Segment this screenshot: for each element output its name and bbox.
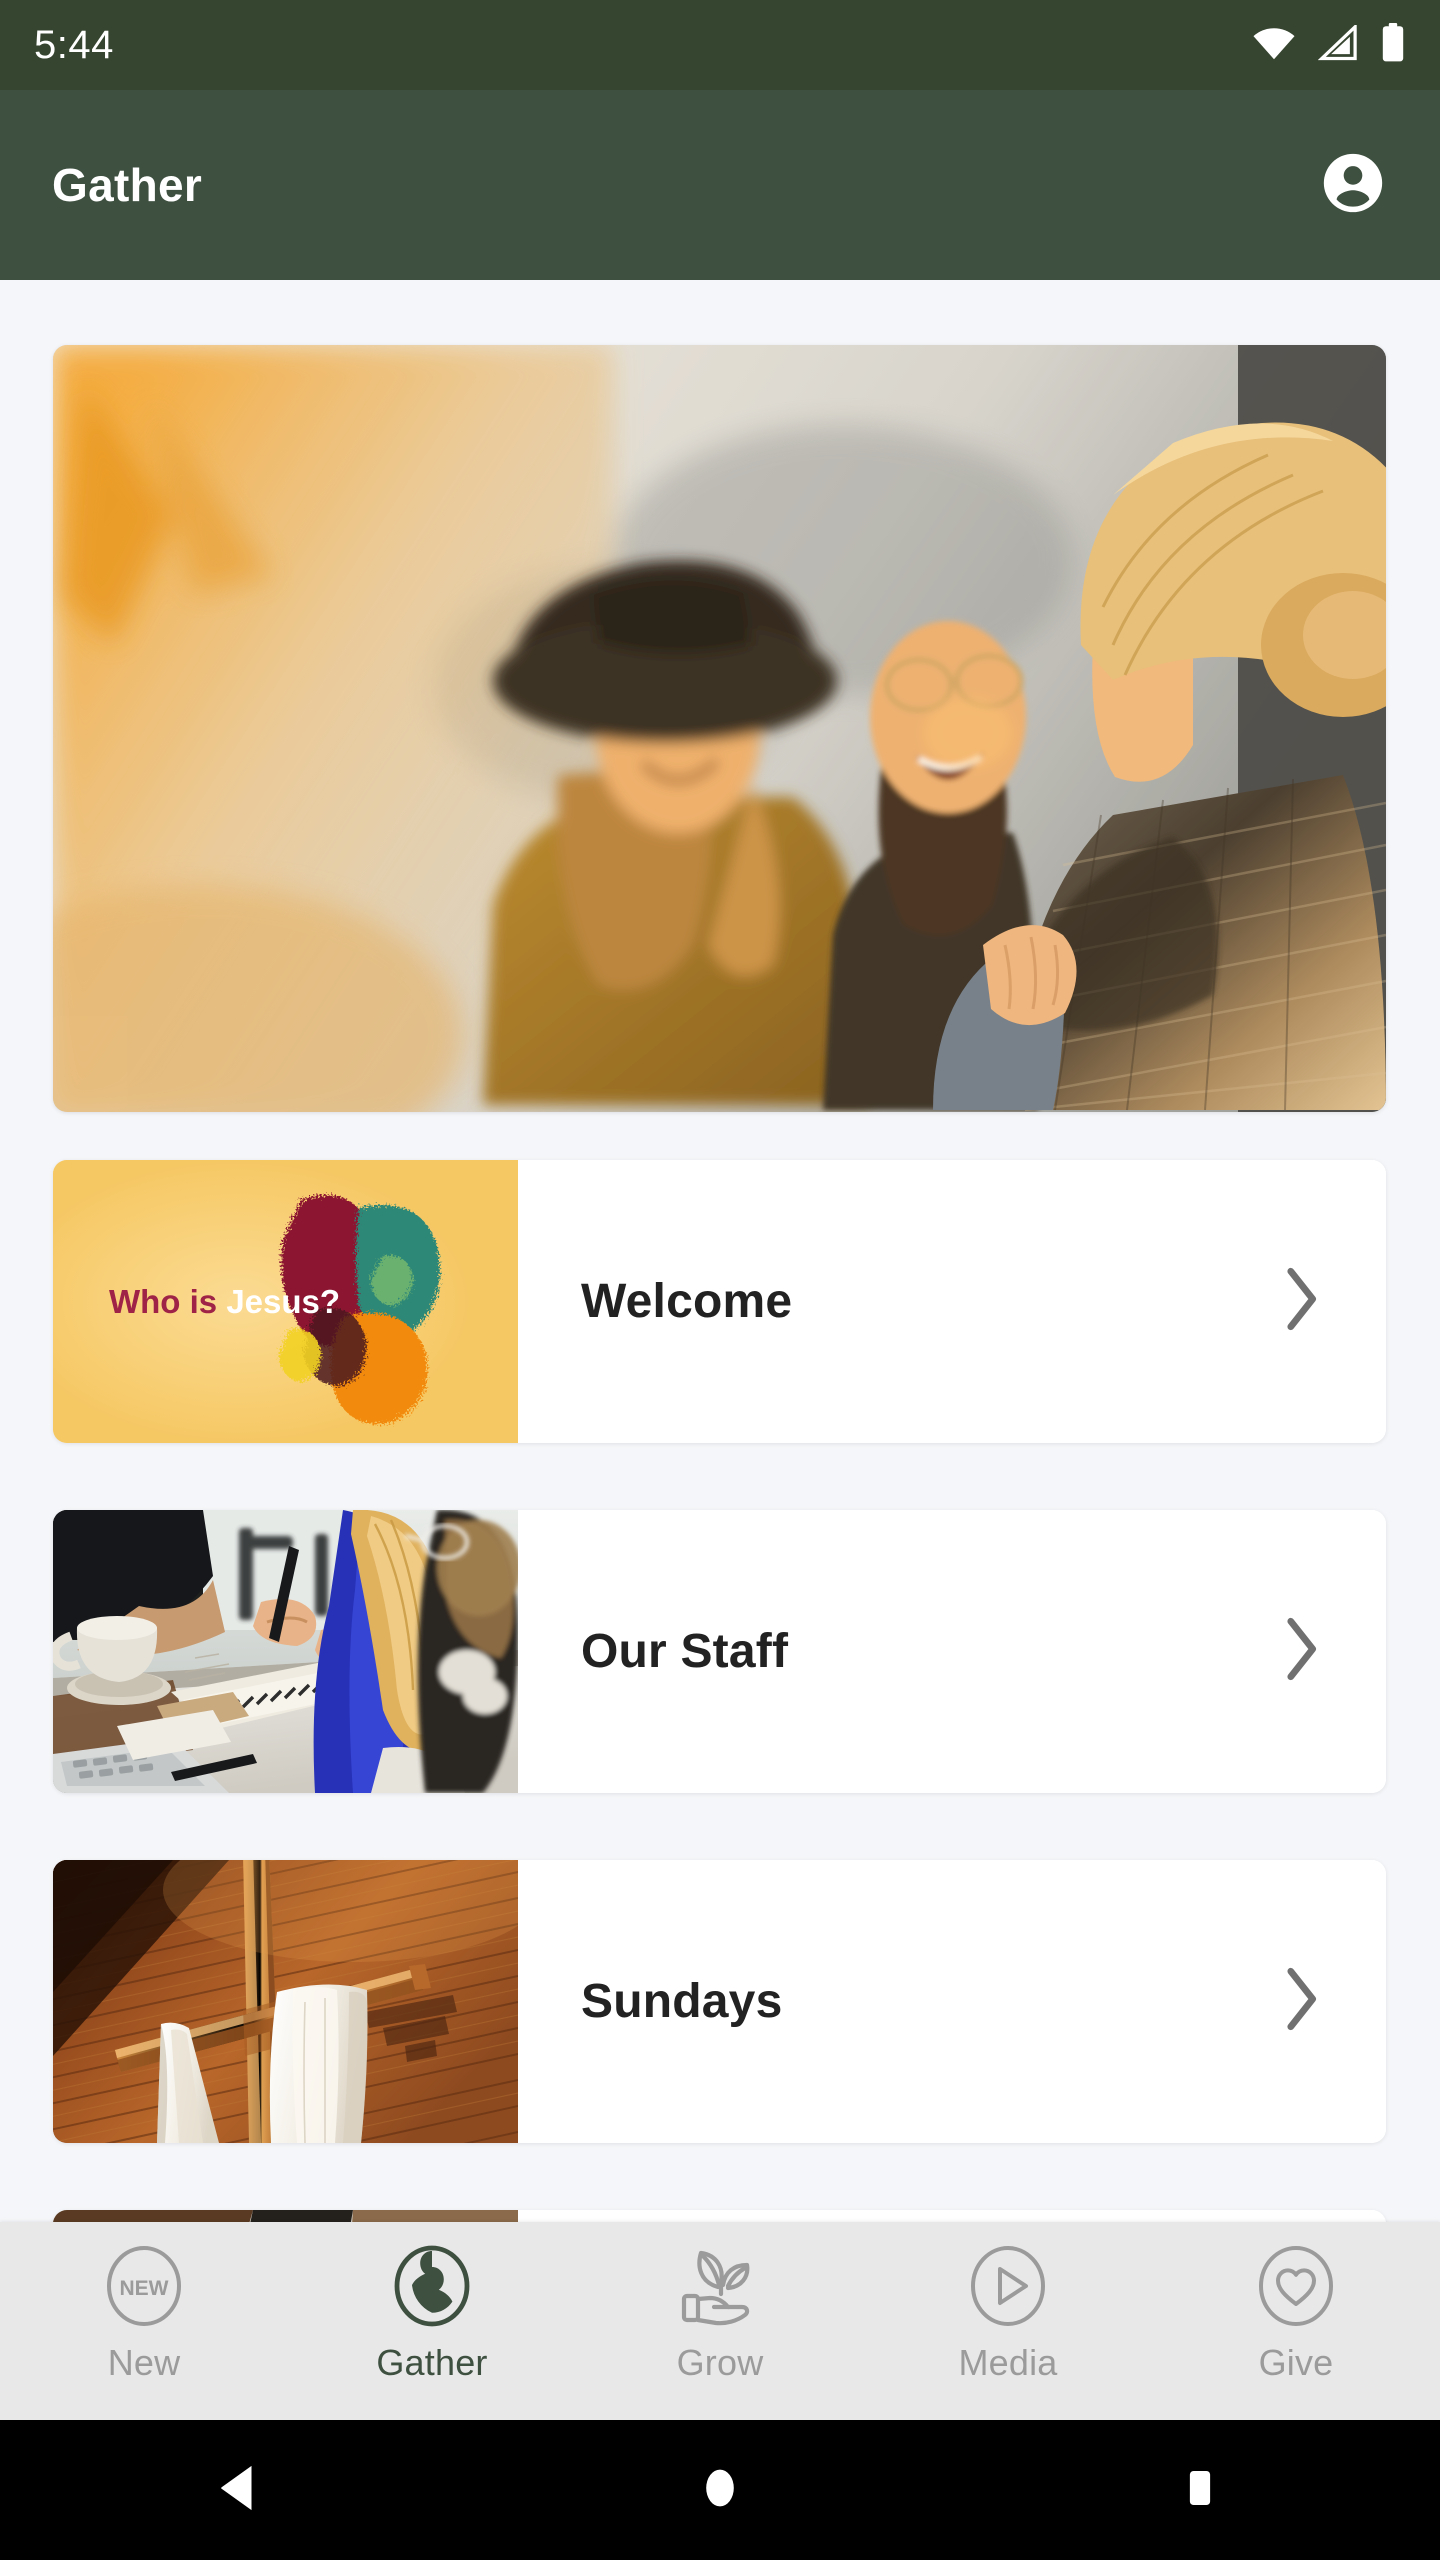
- scroll-content[interactable]: Who is Jesus? Welcome Our Staff Sundays: [0, 280, 1440, 2222]
- card-sundays[interactable]: Sundays: [53, 1860, 1386, 2143]
- hero-image[interactable]: [53, 345, 1386, 1112]
- svg-text:NEW: NEW: [120, 2277, 169, 2300]
- nav-label-give: Give: [1258, 2342, 1334, 2383]
- card-next-partial[interactable]: [53, 2210, 1386, 2222]
- new-badge-icon: NEW: [103, 2244, 185, 2328]
- card-label: Sundays: [581, 1975, 783, 2028]
- app-screen: 5:44 Gather Who is Jesus? Welcome Our St…: [0, 0, 1440, 2560]
- wifi-icon: [1252, 25, 1296, 66]
- recents-button[interactable]: [1100, 2420, 1300, 2560]
- status-bar-icons: [1252, 22, 1406, 68]
- card-body-our-staff: Our Staff: [518, 1510, 1386, 1793]
- triangle-back-icon: [217, 2462, 263, 2519]
- hand-plant-icon: [674, 2244, 766, 2328]
- chevron-right-icon[interactable]: [1278, 1964, 1324, 2039]
- nav-item-media[interactable]: Media: [864, 2244, 1152, 2384]
- card-thumbnail-sundays: [53, 1860, 518, 2143]
- person-circle-icon: [391, 2244, 473, 2328]
- thumbnail-caption: Who is Jesus?: [109, 1282, 341, 1320]
- chevron-right-icon[interactable]: [1278, 1614, 1324, 1689]
- home-button[interactable]: [620, 2420, 820, 2560]
- nav-item-gather[interactable]: Gather: [288, 2244, 576, 2384]
- nav-label-media: Media: [958, 2342, 1058, 2383]
- square-recents-icon: [1177, 2462, 1223, 2519]
- app-title: Gather: [52, 159, 203, 211]
- card-body-sundays: Sundays: [518, 1860, 1386, 2143]
- play-circle-icon: [967, 2244, 1049, 2328]
- status-bar: 5:44: [0, 0, 1440, 90]
- card-welcome[interactable]: Who is Jesus? Welcome: [53, 1160, 1386, 1443]
- card-thumbnail-our-staff: [53, 1510, 518, 1793]
- account-circle-icon: [1318, 148, 1388, 223]
- back-button[interactable]: [140, 2420, 340, 2560]
- bottom-navigation-bar: NEW New Gather Grow Media Give: [0, 2222, 1440, 2420]
- nav-item-give[interactable]: Give: [1152, 2244, 1440, 2384]
- android-system-navigation: [0, 2420, 1440, 2560]
- nav-item-new[interactable]: NEW New: [0, 2244, 288, 2384]
- account-circle-button[interactable]: [1318, 150, 1388, 220]
- battery-icon: [1380, 22, 1406, 68]
- card-label: Welcome: [581, 1275, 793, 1328]
- card-body-welcome: Welcome: [518, 1160, 1386, 1443]
- status-bar-time: 5:44: [34, 22, 114, 67]
- nav-item-grow[interactable]: Grow: [576, 2244, 864, 2384]
- card-body-partial: [518, 2210, 1386, 2222]
- nav-label-gather: Gather: [376, 2342, 488, 2383]
- cellular-signal-icon: [1317, 22, 1358, 66]
- heart-circle-icon: [1255, 2244, 1337, 2328]
- circle-home-icon: [697, 2462, 743, 2519]
- chevron-right-icon[interactable]: [1278, 1264, 1324, 1339]
- card-thumbnail-welcome: Who is Jesus?: [53, 1160, 518, 1443]
- card-label: Our Staff: [581, 1625, 789, 1678]
- app-bar: Gather: [0, 90, 1440, 280]
- nav-label-new: New: [107, 2342, 181, 2383]
- nav-label-grow: Grow: [676, 2342, 764, 2383]
- card-thumbnail-partial: [53, 2210, 518, 2222]
- card-our-staff[interactable]: Our Staff: [53, 1510, 1386, 1793]
